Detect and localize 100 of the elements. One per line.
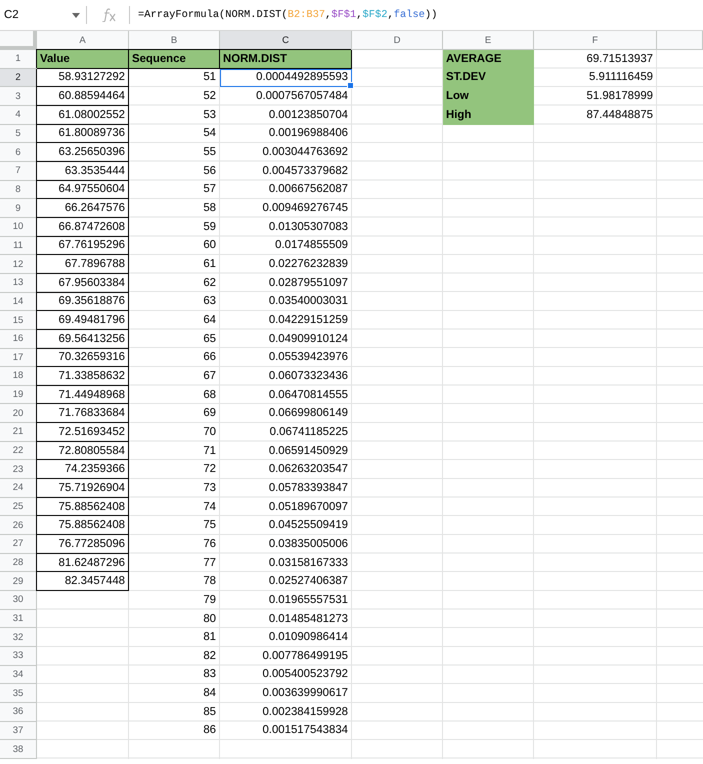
row-header[interactable]: 7 xyxy=(0,162,37,181)
table-cell-text: 0.03540003031 xyxy=(268,294,349,310)
table-cell-text: 0.06073323436 xyxy=(268,368,349,384)
name-box[interactable]: C2 xyxy=(0,3,86,27)
column-header[interactable]: C xyxy=(220,31,352,50)
row-label: ST.DEV xyxy=(443,68,534,88)
table-cell-text: 82 xyxy=(202,648,217,664)
table-cell-text: 0.06470814555 xyxy=(268,388,349,403)
column-header[interactable]: D xyxy=(352,31,443,50)
table-cell-text: 58 xyxy=(202,201,217,216)
row-header[interactable]: 10 xyxy=(0,218,37,237)
table-cell: 64.97550604 xyxy=(37,180,129,200)
row-header[interactable]: 23 xyxy=(0,460,37,480)
table-cell: 75.88562408 xyxy=(37,498,129,516)
row-header[interactable]: 37 xyxy=(0,722,37,740)
table-cell: 67.7896788 xyxy=(37,255,129,274)
column-header[interactable] xyxy=(657,31,703,50)
row-header[interactable]: 35 xyxy=(0,684,37,703)
row-header[interactable]: 32 xyxy=(0,628,37,647)
table-cell-text: 81 xyxy=(202,630,217,646)
row-label: Low xyxy=(443,87,534,106)
table-cell: 67.76195296 xyxy=(37,236,129,256)
row-header[interactable]: 21 xyxy=(0,423,37,442)
row-header[interactable]: 15 xyxy=(0,311,37,330)
row-header[interactable]: 18 xyxy=(0,367,37,386)
table-cell-text: 78 xyxy=(202,574,217,590)
table-cell-text: 79 xyxy=(202,592,217,608)
row-header[interactable]: 11 xyxy=(0,236,37,256)
row-header[interactable]: 20 xyxy=(0,404,37,424)
table-cell-text: 85 xyxy=(202,704,217,720)
table-cell-text: 65 xyxy=(202,332,217,347)
table-cell: 81.62487296 xyxy=(37,554,129,572)
table-cell-text: 51.98178999 xyxy=(585,89,654,104)
table-cell-text: 0.003639990617 xyxy=(261,686,349,702)
table-cell-text: 0.0174855509 xyxy=(274,238,349,254)
table-cell-text: 52 xyxy=(202,89,217,104)
row-header[interactable]: 9 xyxy=(0,199,37,218)
table-cell-text: 69.71513937 xyxy=(585,52,654,67)
row-header[interactable]: 28 xyxy=(0,554,37,572)
row-header[interactable]: 6 xyxy=(0,143,37,162)
row-header[interactable]: 30 xyxy=(0,591,37,610)
column-header[interactable]: A xyxy=(37,31,129,50)
formula-field[interactable]: =ArrayFormula(NORM.DIST(B2:B37,$F$1,$F$2,false)) xyxy=(130,9,438,21)
table-cell-text: 0.04229151259 xyxy=(268,313,349,328)
row-header[interactable]: 38 xyxy=(0,740,37,759)
row-header[interactable]: 26 xyxy=(0,516,37,536)
column-title: Sequence xyxy=(129,50,220,69)
row-header[interactable]: 12 xyxy=(0,255,37,274)
row-header[interactable]: 29 xyxy=(0,572,37,592)
table-cell-text: 0.0007567057484 xyxy=(255,89,349,104)
row-header[interactable]: 2 xyxy=(0,68,37,88)
table-cell-text: 56 xyxy=(202,164,217,179)
row-header[interactable]: 1 xyxy=(0,50,37,69)
table-cell-text: 62 xyxy=(202,276,217,291)
table-cell-text: 71 xyxy=(202,444,217,459)
column-header[interactable]: F xyxy=(534,31,657,50)
table-cell-text: 0.009469276745 xyxy=(261,201,349,216)
table-cell: 61.08002552 xyxy=(37,106,129,125)
table-cell: 61.80089736 xyxy=(37,124,129,144)
row-header[interactable]: 19 xyxy=(0,386,37,404)
table-cell-text: 0.00123850704 xyxy=(268,108,349,123)
table-cell-text: 0.007786499195 xyxy=(261,648,349,664)
row-header[interactable]: 14 xyxy=(0,292,37,312)
table-cell: 72.51693452 xyxy=(37,423,129,442)
table-cell-text: 73 xyxy=(202,480,217,496)
table-cell-text: 0.05539423976 xyxy=(268,350,349,366)
fill-handle[interactable] xyxy=(347,82,354,90)
table-cell-text: 70 xyxy=(202,424,217,440)
row-header[interactable]: 25 xyxy=(0,498,37,516)
row-header[interactable]: 16 xyxy=(0,330,37,348)
table-cell: 67.95603384 xyxy=(37,274,129,293)
table-cell-text: 0.05189670097 xyxy=(268,500,349,515)
column-header[interactable]: E xyxy=(443,31,534,50)
row-header[interactable]: 24 xyxy=(0,479,37,498)
table-cell-text: 0.001517543834 xyxy=(261,723,349,738)
table-cell-text: 76 xyxy=(202,536,217,552)
select-all-button[interactable] xyxy=(0,31,37,50)
table-cell: 72.80805584 xyxy=(37,442,129,460)
table-cell-text: 0.02276232839 xyxy=(268,257,349,272)
table-cell-text: 0.01485481273 xyxy=(268,612,349,627)
row-header[interactable]: 8 xyxy=(0,180,37,200)
table-cell-text: 74 xyxy=(202,500,217,515)
row-header[interactable]: 17 xyxy=(0,348,37,368)
row-header[interactable]: 27 xyxy=(0,535,37,554)
row-header[interactable]: 22 xyxy=(0,442,37,460)
column-header[interactable]: B xyxy=(129,31,220,50)
table-cell: 70.32659316 xyxy=(37,348,129,368)
row-header[interactable]: 31 xyxy=(0,610,37,628)
table-cell: 76.77285096 xyxy=(37,535,129,554)
row-header[interactable]: 36 xyxy=(0,702,37,722)
table-cell: 71.33858632 xyxy=(37,367,129,386)
table-cell-text: 0.04909910124 xyxy=(268,332,349,347)
row-header[interactable]: 3 xyxy=(0,87,37,106)
row-header[interactable]: 5 xyxy=(0,124,37,144)
row-header[interactable]: 34 xyxy=(0,666,37,684)
row-header[interactable]: 4 xyxy=(0,106,37,125)
table-cell-text: 0.01305307083 xyxy=(268,220,349,235)
row-header[interactable]: 33 xyxy=(0,647,37,666)
row-header[interactable]: 13 xyxy=(0,274,37,293)
table-cell-text: 54 xyxy=(202,126,217,142)
